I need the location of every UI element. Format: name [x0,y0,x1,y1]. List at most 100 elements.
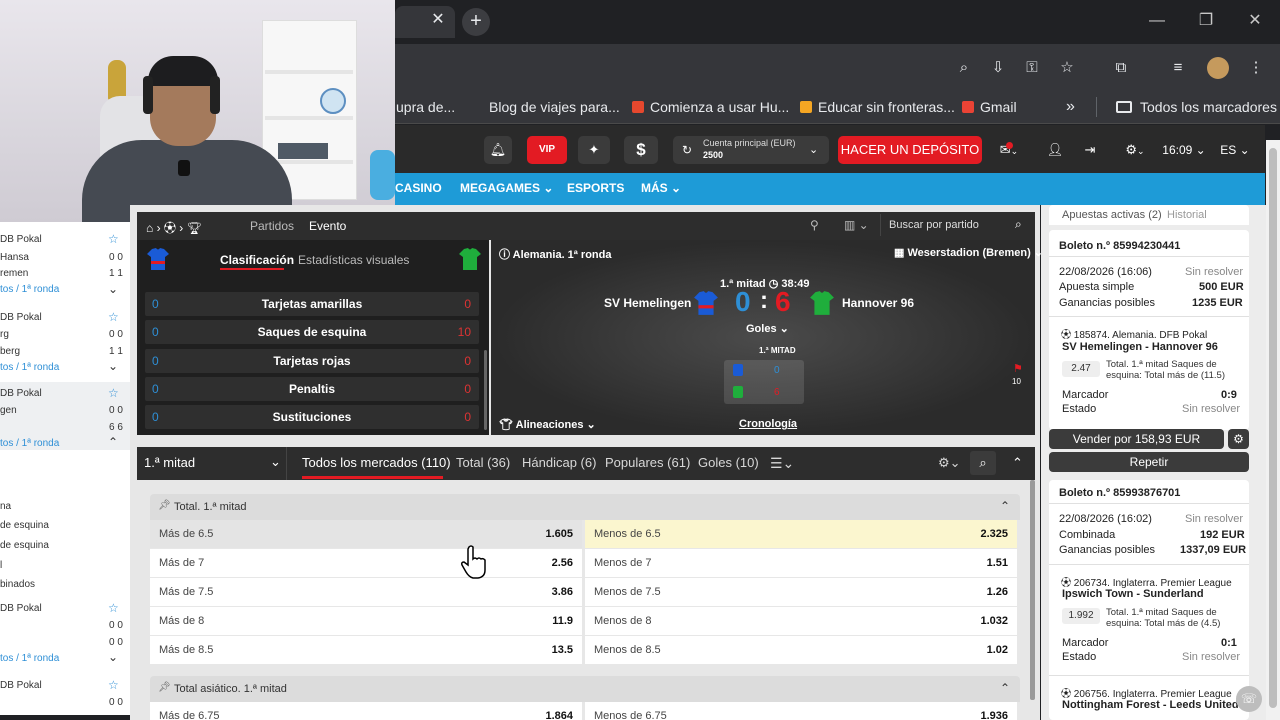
tab-classification[interactable]: Clasificación [220,253,294,267]
timeline-link[interactable]: Cronología [739,418,797,430]
tab-history[interactable]: Historial [1167,209,1207,221]
team-name[interactable]: Hansa [0,252,29,263]
favorite-star-icon[interactable]: ☆ [108,232,119,246]
market-group-header[interactable]: 📌︎ Total asiático. 1.ª mitad ⌃ [150,676,1020,702]
page-scrollbar[interactable] [1269,148,1277,708]
lineups-toggle[interactable]: 👕︎ Alineaciones ⌄ [499,418,596,431]
restore-button[interactable]: ❐ [1194,10,1218,34]
deposit-button[interactable]: HACER UN DEPÓSITO [838,136,982,164]
nav-more[interactable]: MÁS ⌄ [641,181,681,195]
market-link[interactable]: binados [0,579,35,590]
favorite-star-icon[interactable]: ☆ [108,678,119,692]
period-select[interactable]: 1.ª mitad ⌄ [137,447,287,480]
odds-cell[interactable]: Menos de 7 1.51 [585,549,1017,577]
tab-goals[interactable]: Goles (10) [698,455,759,470]
search-box[interactable]: Buscar por partido ⌕ [880,214,1032,236]
tab-event[interactable]: Evento [309,219,346,233]
repeat-button[interactable]: Repetir [1049,452,1249,472]
team-name[interactable]: gen [0,405,17,416]
settings-button[interactable]: ⚙⌄ [1118,136,1152,164]
profile-button[interactable]: 👤︎ [1039,136,1071,164]
browser-tab[interactable] [395,6,455,38]
odds-cell[interactable]: Más de 8 11.9 [150,607,582,635]
cashback-button[interactable]: $ [624,136,658,164]
close-tab-icon[interactable]: ✕ [430,12,446,28]
bookmark-item[interactable]: upra de... [396,98,455,116]
minimize-button[interactable]: — [1145,10,1169,34]
favorite-star-icon[interactable]: ☆ [108,601,119,615]
odds-cell[interactable]: Más de 6.5 1.605 [150,520,582,548]
event-name[interactable]: SV Hemelingen - Hannover 96 [1062,341,1218,353]
tab-handicap[interactable]: Hándicap (6) [522,455,596,470]
pin-icon[interactable]: 📌︎ [158,500,171,511]
pin-icon[interactable]: ⚲ [810,218,819,232]
logout-button[interactable]: ⇥ [1077,136,1103,164]
clock-dropdown[interactable]: 16:09 ⌄ [1160,136,1208,164]
nav-casino[interactable]: CASINO [395,181,442,195]
market-search-icon[interactable]: ⌕ [970,451,996,475]
chevron-down-icon[interactable]: ⌄ [108,359,118,373]
odds-cell[interactable]: Más de 7.5 3.86 [150,578,582,606]
browser-menu-icon[interactable]: ⋮ [1245,57,1267,79]
odds-cell[interactable]: Menos de 7.5 1.26 [585,578,1017,606]
market-link[interactable]: de esquina [0,540,49,551]
extensions-icon[interactable]: ⧉ [1110,57,1132,79]
tab-all-markets[interactable]: Todos los mercados (110) [302,455,451,470]
team-name[interactable]: berg [0,346,20,357]
password-key-icon[interactable]: ⚿ [1021,57,1043,79]
team-name[interactable]: remen [0,268,28,279]
all-bookmarks-folder[interactable]: Todos los marcadores [1116,98,1277,116]
bookmark-item[interactable]: Gmail [962,98,1017,116]
close-window-button[interactable]: ✕ [1243,10,1267,34]
cashout-settings-icon[interactable]: ⚙ [1228,429,1249,449]
favorite-star-icon[interactable]: ☆ [108,386,119,400]
round-link[interactable]: tos / 1ª ronda [0,362,59,373]
trophy-icon[interactable]: 🏆︎ [187,221,202,235]
bookmark-item[interactable]: Blog de viajes para... [489,98,620,116]
profile-avatar[interactable] [1207,57,1229,79]
promo-button[interactable]: ✦ [578,136,610,164]
market-settings-icon[interactable]: ⚙⌄ [938,455,961,471]
support-chat-icon[interactable]: ☏ [1236,686,1262,712]
round-link[interactable]: tos / 1ª ronda [0,284,59,295]
chevron-up-icon[interactable]: ⌃ [1000,681,1010,695]
odds-cell[interactable]: Menos de 6.75 1.936 [585,702,1017,720]
odds-cell[interactable]: Menos de 8.5 1.02 [585,636,1017,664]
zoom-icon[interactable]: ⌕ [953,57,975,79]
chevron-up-icon[interactable]: ⌃ [108,435,118,449]
new-tab-button[interactable]: + [462,8,490,36]
pin-icon[interactable]: 📌︎ [158,682,171,693]
install-app-icon[interactable]: ⇩ [987,57,1009,79]
messages-button[interactable]: ✉⌄ [991,136,1027,164]
tab-visual-stats[interactable]: Estadísticas visuales [298,253,409,267]
market-link[interactable]: na [0,501,11,512]
odds-cell[interactable]: Más de 7 2.56 [150,549,582,577]
notifications-button[interactable]: 🔔︎ [484,136,512,164]
tab-active-bets[interactable]: Apuestas activas (2) [1062,209,1162,221]
chevron-down-icon[interactable]: ⌄ [108,282,118,296]
chevron-down-icon[interactable]: ⌄ [108,650,118,664]
tab-total[interactable]: Total (36) [456,455,510,470]
bookmark-item[interactable]: Educar sin fronteras... [800,98,955,116]
home-icon[interactable]: ⌂ [146,221,153,235]
collapse-all-icon[interactable]: ⌃ [1012,455,1023,471]
round-link[interactable]: tos / 1ª ronda [0,438,59,449]
goals-toggle[interactable]: Goles ⌄ [746,322,789,335]
event-name[interactable]: Nottingham Forest - Leeds United [1062,699,1239,711]
bookmark-item[interactable]: Comienza a usar Hu... [632,98,789,116]
tab-matches[interactable]: Partidos [250,219,294,233]
favorite-star-icon[interactable]: ☆ [108,310,119,324]
tab-popular[interactable]: Populares (61) [605,455,690,470]
market-group-header[interactable]: 📌︎ Total. 1.ª mitad ⌃ [150,494,1020,520]
stats-scrollbar[interactable] [484,350,487,430]
market-link[interactable]: de esquina [0,520,49,531]
odds-cell-selected[interactable]: Menos de 6.5 2.325 [585,520,1017,548]
language-dropdown[interactable]: ES ⌄ [1218,136,1252,164]
team-name[interactable]: rg [0,329,9,340]
stats-chart-icon[interactable]: ▥ ⌄ [844,218,869,232]
more-markets-menu-icon[interactable]: ☰⌄ [770,455,794,472]
media-queue-icon[interactable]: ≡ [1167,57,1189,79]
soccer-ball-icon[interactable]: ⚽︎ [164,221,176,235]
market-link[interactable]: l [0,560,2,571]
odds-cell[interactable]: Más de 8.5 13.5 [150,636,582,664]
